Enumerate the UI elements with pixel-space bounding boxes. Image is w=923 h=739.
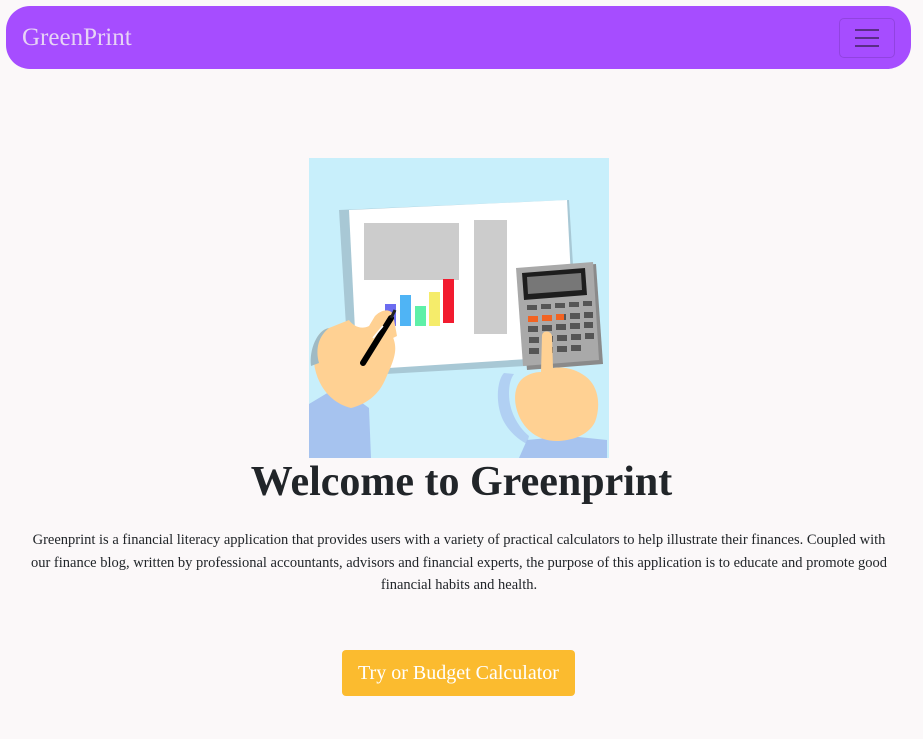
budget-calculator-button[interactable]: Try or Budget Calculator	[342, 650, 575, 696]
navbar: GreenPrint	[6, 6, 911, 69]
intro-description: Greenprint is a financial literacy appli…	[30, 532, 888, 593]
hamburger-menu-icon	[855, 29, 879, 47]
menu-toggle-button[interactable]	[839, 18, 895, 58]
brand-logo-link[interactable]: GreenPrint	[22, 22, 132, 54]
page-title: Welcome to Greenprint	[250, 459, 673, 505]
hero-illustration	[309, 158, 609, 458]
